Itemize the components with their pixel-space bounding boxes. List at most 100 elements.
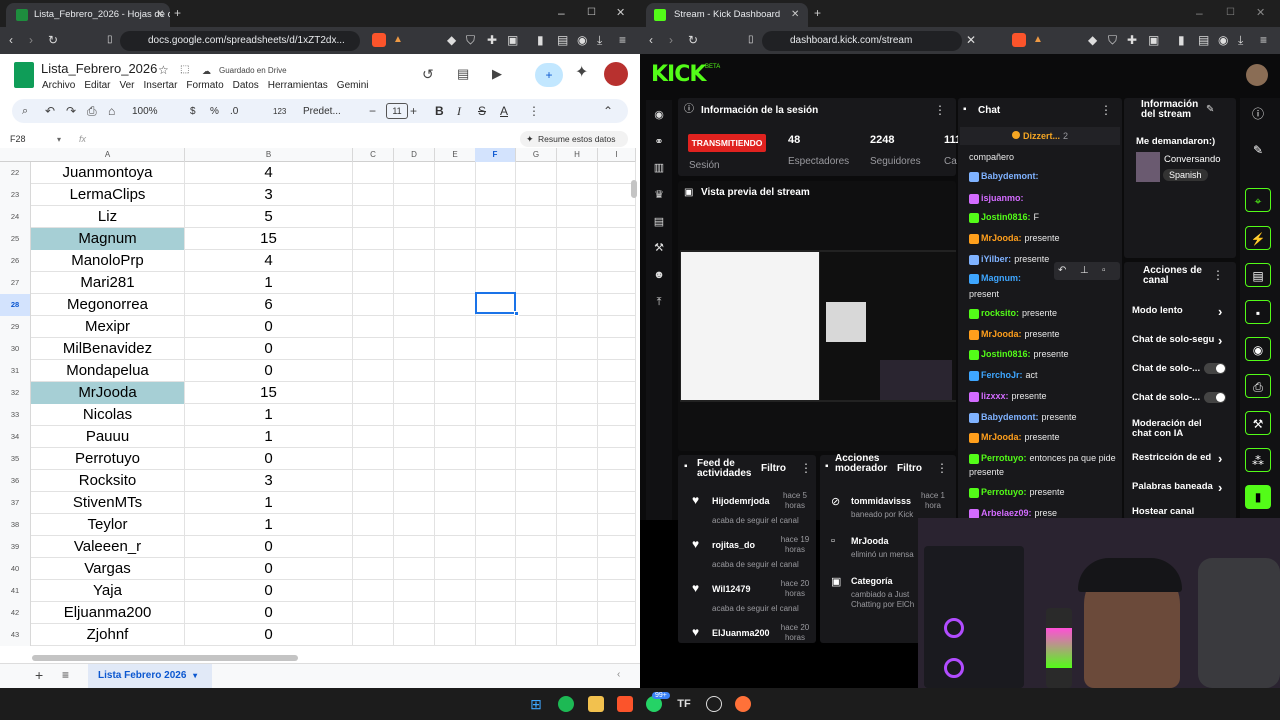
row-number[interactable]: 41 bbox=[0, 580, 31, 602]
empty-cell[interactable] bbox=[557, 206, 598, 228]
cell-name[interactable]: Pauuu bbox=[31, 426, 185, 448]
row-number[interactable]: 27 bbox=[0, 272, 31, 294]
chat-username[interactable]: Babydemont: bbox=[981, 412, 1039, 422]
row-number[interactable]: 39 bbox=[0, 536, 31, 558]
puzzle-icon[interactable]: ✚ bbox=[1127, 33, 1137, 47]
sidebar-icon[interactable]: ▮ bbox=[1178, 33, 1185, 47]
empty-cell[interactable] bbox=[557, 624, 598, 646]
more-icon[interactable]: ⋮ bbox=[1212, 268, 1224, 282]
column-header[interactable]: F bbox=[475, 148, 516, 162]
cell-count[interactable]: 0 bbox=[185, 602, 353, 624]
vpn-icon[interactable]: ◉ bbox=[577, 33, 587, 47]
empty-cell[interactable] bbox=[353, 206, 394, 228]
empty-cell[interactable] bbox=[394, 360, 435, 382]
close-tab-icon[interactable]: ✕ bbox=[791, 8, 799, 22]
wrench-icon[interactable]: ⚒ bbox=[1245, 411, 1271, 435]
vpn-icon[interactable]: ◉ bbox=[1218, 33, 1228, 47]
empty-cell[interactable] bbox=[353, 272, 394, 294]
chat-username[interactable]: MrJooda: bbox=[981, 329, 1022, 339]
print-icon[interactable]: ⎙ bbox=[87, 104, 97, 118]
minimize-icon[interactable]: – bbox=[1196, 6, 1203, 20]
empty-cell[interactable] bbox=[516, 536, 557, 558]
chat-message[interactable]: MrJooda: presente bbox=[969, 233, 1060, 244]
empty-cell[interactable] bbox=[598, 162, 636, 184]
edit-icon[interactable]: ✎ bbox=[1206, 103, 1214, 117]
empty-cell[interactable] bbox=[557, 536, 598, 558]
chat-username[interactable]: MrJooda: bbox=[981, 432, 1022, 442]
empty-cell[interactable] bbox=[353, 558, 394, 580]
cell-name[interactable]: Juanmontoya bbox=[31, 162, 185, 184]
empty-cell[interactable] bbox=[557, 228, 598, 250]
cell-name[interactable]: Megonorrea bbox=[31, 294, 185, 316]
empty-cell[interactable] bbox=[475, 360, 516, 382]
empty-cell[interactable] bbox=[394, 250, 435, 272]
cell-count[interactable]: 0 bbox=[185, 338, 353, 360]
summarize-button[interactable]: ✦ Resume estos datos bbox=[520, 131, 628, 147]
cell-count[interactable]: 1 bbox=[185, 272, 353, 294]
sheet-tab[interactable]: Lista Febrero 2026 ▾ bbox=[88, 664, 212, 688]
app-tf-icon[interactable]: TF bbox=[676, 696, 692, 712]
row-number[interactable]: 24 bbox=[0, 206, 31, 228]
undo-icon[interactable]: ↶ bbox=[45, 104, 55, 118]
meet-icon[interactable]: ▶ bbox=[492, 67, 502, 81]
empty-cell[interactable] bbox=[435, 184, 476, 206]
back-icon[interactable]: ‹ bbox=[9, 33, 13, 47]
firefox-icon[interactable] bbox=[735, 696, 751, 712]
cell-count[interactable]: 6 bbox=[185, 294, 353, 316]
menu-archivo[interactable]: Archivo bbox=[42, 80, 75, 91]
empty-cell[interactable] bbox=[598, 316, 636, 338]
cell-name[interactable]: StivenMTs bbox=[31, 492, 185, 514]
empty-cell[interactable] bbox=[353, 404, 394, 426]
chat-username[interactable]: MrJooda: bbox=[981, 233, 1022, 243]
cell-name[interactable]: Zjohnf bbox=[31, 624, 185, 646]
row-number[interactable]: 23 bbox=[0, 184, 31, 206]
brave-rewards-icon[interactable]: ▲ bbox=[1033, 33, 1043, 47]
cell-name[interactable]: Teylor bbox=[31, 514, 185, 536]
menu-gemini[interactable]: Gemini bbox=[337, 80, 369, 91]
empty-cell[interactable] bbox=[557, 294, 598, 316]
tab-kick[interactable]: Stream - Kick Dashboard bbox=[646, 3, 808, 27]
chat-message[interactable]: lizxxx: presente bbox=[969, 391, 1047, 402]
chat-message[interactable]: present bbox=[969, 289, 999, 299]
history-icon[interactable]: ↺ bbox=[422, 67, 434, 81]
info-icon[interactable]: ⓘ bbox=[1245, 102, 1271, 126]
maximize-icon[interactable]: ☐ bbox=[1226, 6, 1235, 20]
reload-icon[interactable]: ↻ bbox=[688, 33, 698, 47]
community-icon[interactable]: ☻ bbox=[651, 267, 667, 283]
fill-handle[interactable] bbox=[514, 311, 519, 316]
kick-logo[interactable]: KICK bbox=[651, 62, 706, 87]
column-header[interactable]: I bbox=[598, 148, 636, 162]
empty-cell[interactable] bbox=[516, 382, 557, 404]
mod-user[interactable]: MrJooda bbox=[851, 536, 889, 546]
delete-icon[interactable]: ▫ bbox=[1102, 264, 1106, 278]
empty-cell[interactable] bbox=[394, 294, 435, 316]
empty-cell[interactable] bbox=[475, 228, 516, 250]
wallet-icon[interactable]: ▤ bbox=[557, 33, 568, 47]
menu-icon[interactable]: ≡ bbox=[1260, 33, 1267, 47]
column-header[interactable]: D bbox=[394, 148, 435, 162]
reply-icon[interactable]: ↶ bbox=[1058, 264, 1066, 278]
shield-icon[interactable]: ⛉ bbox=[466, 33, 475, 47]
empty-cell[interactable] bbox=[516, 272, 557, 294]
cell-name[interactable]: Rocksito bbox=[31, 470, 185, 492]
empty-cell[interactable] bbox=[435, 624, 476, 646]
obs-icon[interactable] bbox=[706, 696, 722, 712]
row-number[interactable]: 25 bbox=[0, 228, 31, 250]
bookmark-icon[interactable]: ▯ bbox=[107, 33, 113, 47]
feed-user[interactable]: Hijodemrjoda bbox=[712, 496, 770, 506]
more-icon[interactable]: ⋮ bbox=[1100, 103, 1112, 117]
more-icon[interactable]: ⋮ bbox=[936, 461, 948, 475]
empty-cell[interactable] bbox=[353, 470, 394, 492]
move-icon[interactable]: ⬚ bbox=[180, 63, 189, 77]
empty-cell[interactable] bbox=[557, 162, 598, 184]
cell-name[interactable]: MilBenavidez bbox=[31, 338, 185, 360]
empty-cell[interactable] bbox=[475, 272, 516, 294]
empty-cell[interactable] bbox=[557, 470, 598, 492]
empty-cell[interactable] bbox=[475, 338, 516, 360]
empty-cell[interactable] bbox=[435, 470, 476, 492]
empty-cell[interactable] bbox=[435, 492, 476, 514]
empty-cell[interactable] bbox=[475, 404, 516, 426]
cell-count[interactable]: 4 bbox=[185, 162, 353, 184]
pencil-icon[interactable]: ✎ bbox=[1245, 138, 1271, 162]
forward-icon[interactable]: › bbox=[669, 33, 673, 47]
